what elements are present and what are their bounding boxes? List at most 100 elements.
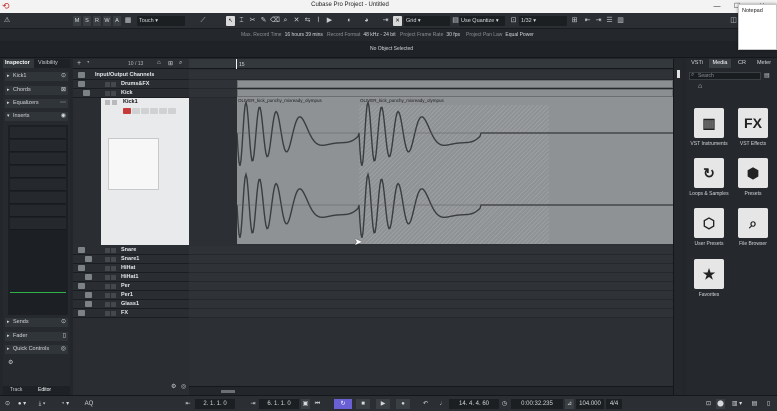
track-buttons[interactable]	[105, 311, 118, 316]
audio-event-region[interactable]: OLIVER_kick_punchy_mixready_olympus OLIV…	[237, 97, 673, 244]
insert-slot[interactable]	[10, 127, 66, 139]
activate-project-icon[interactable]: ⚠	[2, 16, 12, 26]
home-icon[interactable]: ⌂	[157, 60, 161, 66]
record-enable-button[interactable]	[123, 108, 131, 114]
section-equalizers[interactable]: ▸ Equalizers ⋯	[5, 99, 68, 108]
tab-vsti[interactable]: VSTi	[686, 59, 708, 68]
punch-icon[interactable]: ⤓ ▾	[35, 399, 49, 409]
snap-on-toggle[interactable]: ✕	[393, 16, 402, 26]
read-all-button[interactable]: R	[93, 16, 101, 26]
metronome-icon[interactable]: ◔ ▾	[58, 399, 72, 409]
track-buttons[interactable]	[105, 248, 118, 253]
window-layout-icon[interactable]: ▥ ▾	[730, 399, 744, 409]
position-time-field[interactable]: 0:00:32.235	[511, 399, 563, 409]
record-button[interactable]: ●	[396, 399, 410, 409]
minimize-button[interactable]: —	[707, 0, 727, 13]
project-window[interactable]: 15 OLIVER_kick_punchy_mixready_olympus O…	[189, 59, 682, 395]
search-icon[interactable]: ⌕	[179, 60, 182, 67]
lane-button[interactable]	[168, 108, 176, 114]
activate-project-icon[interactable]: ⊙	[3, 399, 12, 409]
draw-tool-icon[interactable]: ✎	[259, 16, 268, 26]
mute-all-button[interactable]: M	[73, 16, 81, 26]
scroll-thumb[interactable]	[677, 70, 680, 78]
tab-cr[interactable]: CR	[732, 59, 752, 68]
return-to-start-icon[interactable]: ↶	[421, 399, 430, 409]
settings-icon[interactable]: ⊞	[168, 60, 173, 67]
tile-user-presets[interactable]: ⬡ User Presets	[687, 208, 731, 258]
notepad-popup[interactable]: Notepad	[738, 4, 777, 50]
tab-track[interactable]: Track	[10, 386, 22, 395]
tempo-field[interactable]: 104.000	[576, 399, 604, 409]
horizontal-scrollbar[interactable]	[189, 386, 673, 395]
auto-all-button[interactable]: A	[113, 16, 121, 26]
media-search-input[interactable]: Search	[689, 72, 761, 80]
comp-tool-icon[interactable]: ⇆	[303, 16, 312, 26]
object-selection-tool[interactable]: ↖	[226, 16, 235, 26]
folder-part[interactable]	[237, 80, 673, 88]
frame-rate[interactable]: Project Frame Rate 30 fps	[400, 32, 460, 38]
color-menu-icon[interactable]: ◕	[362, 16, 371, 26]
range-tool-icon[interactable]: ⌶	[237, 16, 246, 26]
track-controls[interactable]	[123, 108, 185, 114]
solo-all-button[interactable]: S	[83, 16, 91, 26]
add-track-icon[interactable]: +	[77, 60, 81, 67]
insert-slot[interactable]	[10, 205, 66, 217]
write-all-button[interactable]: W	[103, 16, 111, 26]
quantize-value-select[interactable]: 1/32 ▾	[519, 16, 567, 26]
automation-mode-select[interactable]: Touch ▾	[137, 16, 185, 26]
track-buttons[interactable]	[105, 284, 118, 289]
track-buttons[interactable]	[105, 266, 118, 271]
quantize-type-select[interactable]: Use Quantize ▾	[459, 16, 505, 26]
erase-tool-icon[interactable]: ⌫	[270, 16, 280, 26]
zoom-tool-icon[interactable]: ⌕	[281, 16, 290, 26]
zoom-icon[interactable]: ◎	[181, 383, 186, 390]
track-snare[interactable]: Snare	[73, 246, 189, 255]
time-warp-icon[interactable]: ⌇	[314, 16, 323, 26]
read-button[interactable]	[141, 108, 149, 114]
edit-channel-icon[interactable]: ⊙	[61, 72, 66, 81]
set-left-locator-icon[interactable]: ⇤	[583, 16, 592, 26]
tab-meter[interactable]: Meter	[753, 59, 775, 68]
grid-icon[interactable]: ▦	[123, 16, 133, 26]
track-per1[interactable]: Per1	[73, 291, 189, 300]
inspector-track-header[interactable]: ▸ Kick1 ⊙	[5, 72, 68, 81]
insert-slot[interactable]	[10, 179, 66, 191]
cycle-button[interactable]: ↻	[334, 399, 352, 409]
track-kick1-selected[interactable]: Kick1	[101, 98, 189, 245]
constrain-delay-icon[interactable]: ⟋	[198, 16, 208, 26]
tab-inspector[interactable]: Inspector	[3, 59, 34, 68]
quantize-apply-icon[interactable]: ⊞	[570, 16, 579, 26]
marker-icon[interactable]: ⊡	[704, 399, 713, 409]
insert-slot[interactable]	[10, 218, 66, 230]
insert-slot[interactable]	[10, 153, 66, 165]
clock-icon[interactable]: ◷	[500, 399, 509, 409]
track-buttons[interactable]	[105, 293, 118, 298]
snap-mode-select[interactable]: Grid ▾	[404, 16, 450, 26]
music-note-icon[interactable]: ♩	[438, 399, 447, 409]
right-locator-field[interactable]: 6. 1. 1. 0	[259, 399, 299, 409]
window-layout-icon[interactable]: ◫	[729, 16, 738, 26]
audio-quality-label[interactable]: AQ	[82, 399, 96, 409]
track-list-settings-icon[interactable]: ⚙	[171, 383, 176, 390]
home-icon[interactable]: ⌂	[698, 83, 702, 90]
stop-button[interactable]: ■	[356, 399, 370, 409]
mute-tool-icon[interactable]: ✕	[292, 16, 301, 26]
meter-icon[interactable]: ▯	[764, 399, 773, 409]
go-to-start-icon[interactable]: ⏮	[313, 399, 322, 409]
signature-field[interactable]: 4/4	[606, 399, 622, 409]
scroll-thumb[interactable]	[221, 390, 235, 393]
tile-loops-samples[interactable]: ↻ Loops & Samples	[687, 158, 731, 208]
left-locator-field[interactable]: 2. 1. 1. 0	[195, 399, 235, 409]
section-quick-controls[interactable]: ▸ Quick Controls ◎	[5, 345, 68, 354]
tile-file-browser[interactable]: ⌕ File Browser	[731, 208, 775, 258]
go-to-left-locator-icon[interactable]: ⇤	[183, 399, 193, 409]
go-to-right-locator-icon[interactable]: ⇥	[248, 399, 258, 409]
track-buttons[interactable]	[105, 100, 117, 107]
vertical-scrollbar[interactable]	[673, 59, 682, 395]
folder-part[interactable]	[237, 89, 673, 97]
track-input-output[interactable]: Input/Output Channels	[73, 71, 189, 80]
write-button[interactable]	[150, 108, 158, 114]
section-sends[interactable]: ▸ Sends ⊙	[5, 318, 68, 327]
media-settings-icon[interactable]: ▤	[764, 72, 770, 79]
color-icon[interactable]: ◐	[345, 16, 354, 26]
